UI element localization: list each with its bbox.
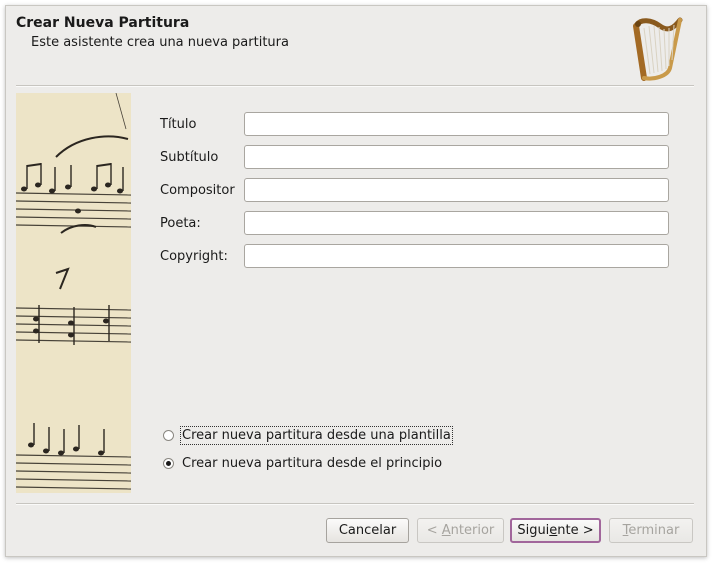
finish-button-label: Terminar bbox=[622, 523, 680, 538]
subtitle-label: Subtítulo bbox=[160, 150, 219, 165]
back-button[interactable]: < Anterior bbox=[417, 518, 504, 543]
option-from-scratch-label[interactable]: Crear nueva partitura desde el principio bbox=[182, 456, 442, 471]
composer-label: Compositor bbox=[160, 183, 235, 198]
harp-icon bbox=[630, 14, 686, 84]
option-from-template[interactable]: Crear nueva partitura desde una plantill… bbox=[163, 426, 453, 445]
radio-from-template[interactable] bbox=[163, 430, 174, 441]
cancel-button[interactable]: Cancelar bbox=[326, 518, 409, 543]
copyright-label: Copyright: bbox=[160, 249, 228, 264]
option-from-template-label[interactable]: Crear nueva partitura desde una plantill… bbox=[180, 426, 453, 445]
next-button[interactable]: Siguiente > bbox=[510, 518, 601, 543]
footer-separator bbox=[16, 503, 694, 505]
dialog-title: Crear Nueva Partitura bbox=[16, 15, 190, 31]
radio-from-scratch[interactable] bbox=[163, 458, 174, 469]
option-from-scratch[interactable]: Crear nueva partitura desde el principio bbox=[163, 456, 442, 471]
finish-button[interactable]: Terminar bbox=[609, 518, 693, 543]
next-button-label: Siguiente > bbox=[517, 523, 594, 538]
cancel-button-label: Cancelar bbox=[338, 523, 397, 538]
dialog-subtitle: Este asistente crea una nueva partitura bbox=[31, 35, 289, 50]
title-input[interactable] bbox=[244, 112, 669, 136]
copyright-input[interactable] bbox=[244, 244, 669, 268]
header-separator bbox=[16, 85, 694, 87]
composer-input[interactable] bbox=[244, 178, 669, 202]
poet-input[interactable] bbox=[244, 211, 669, 235]
subtitle-input[interactable] bbox=[244, 145, 669, 169]
poet-label: Poeta: bbox=[160, 216, 201, 231]
back-button-label: < Anterior bbox=[426, 523, 495, 538]
new-score-wizard-dialog: Crear Nueva Partitura Este asistente cre… bbox=[5, 5, 707, 557]
sheet-music-image bbox=[16, 93, 131, 493]
title-label: Título bbox=[160, 117, 197, 132]
